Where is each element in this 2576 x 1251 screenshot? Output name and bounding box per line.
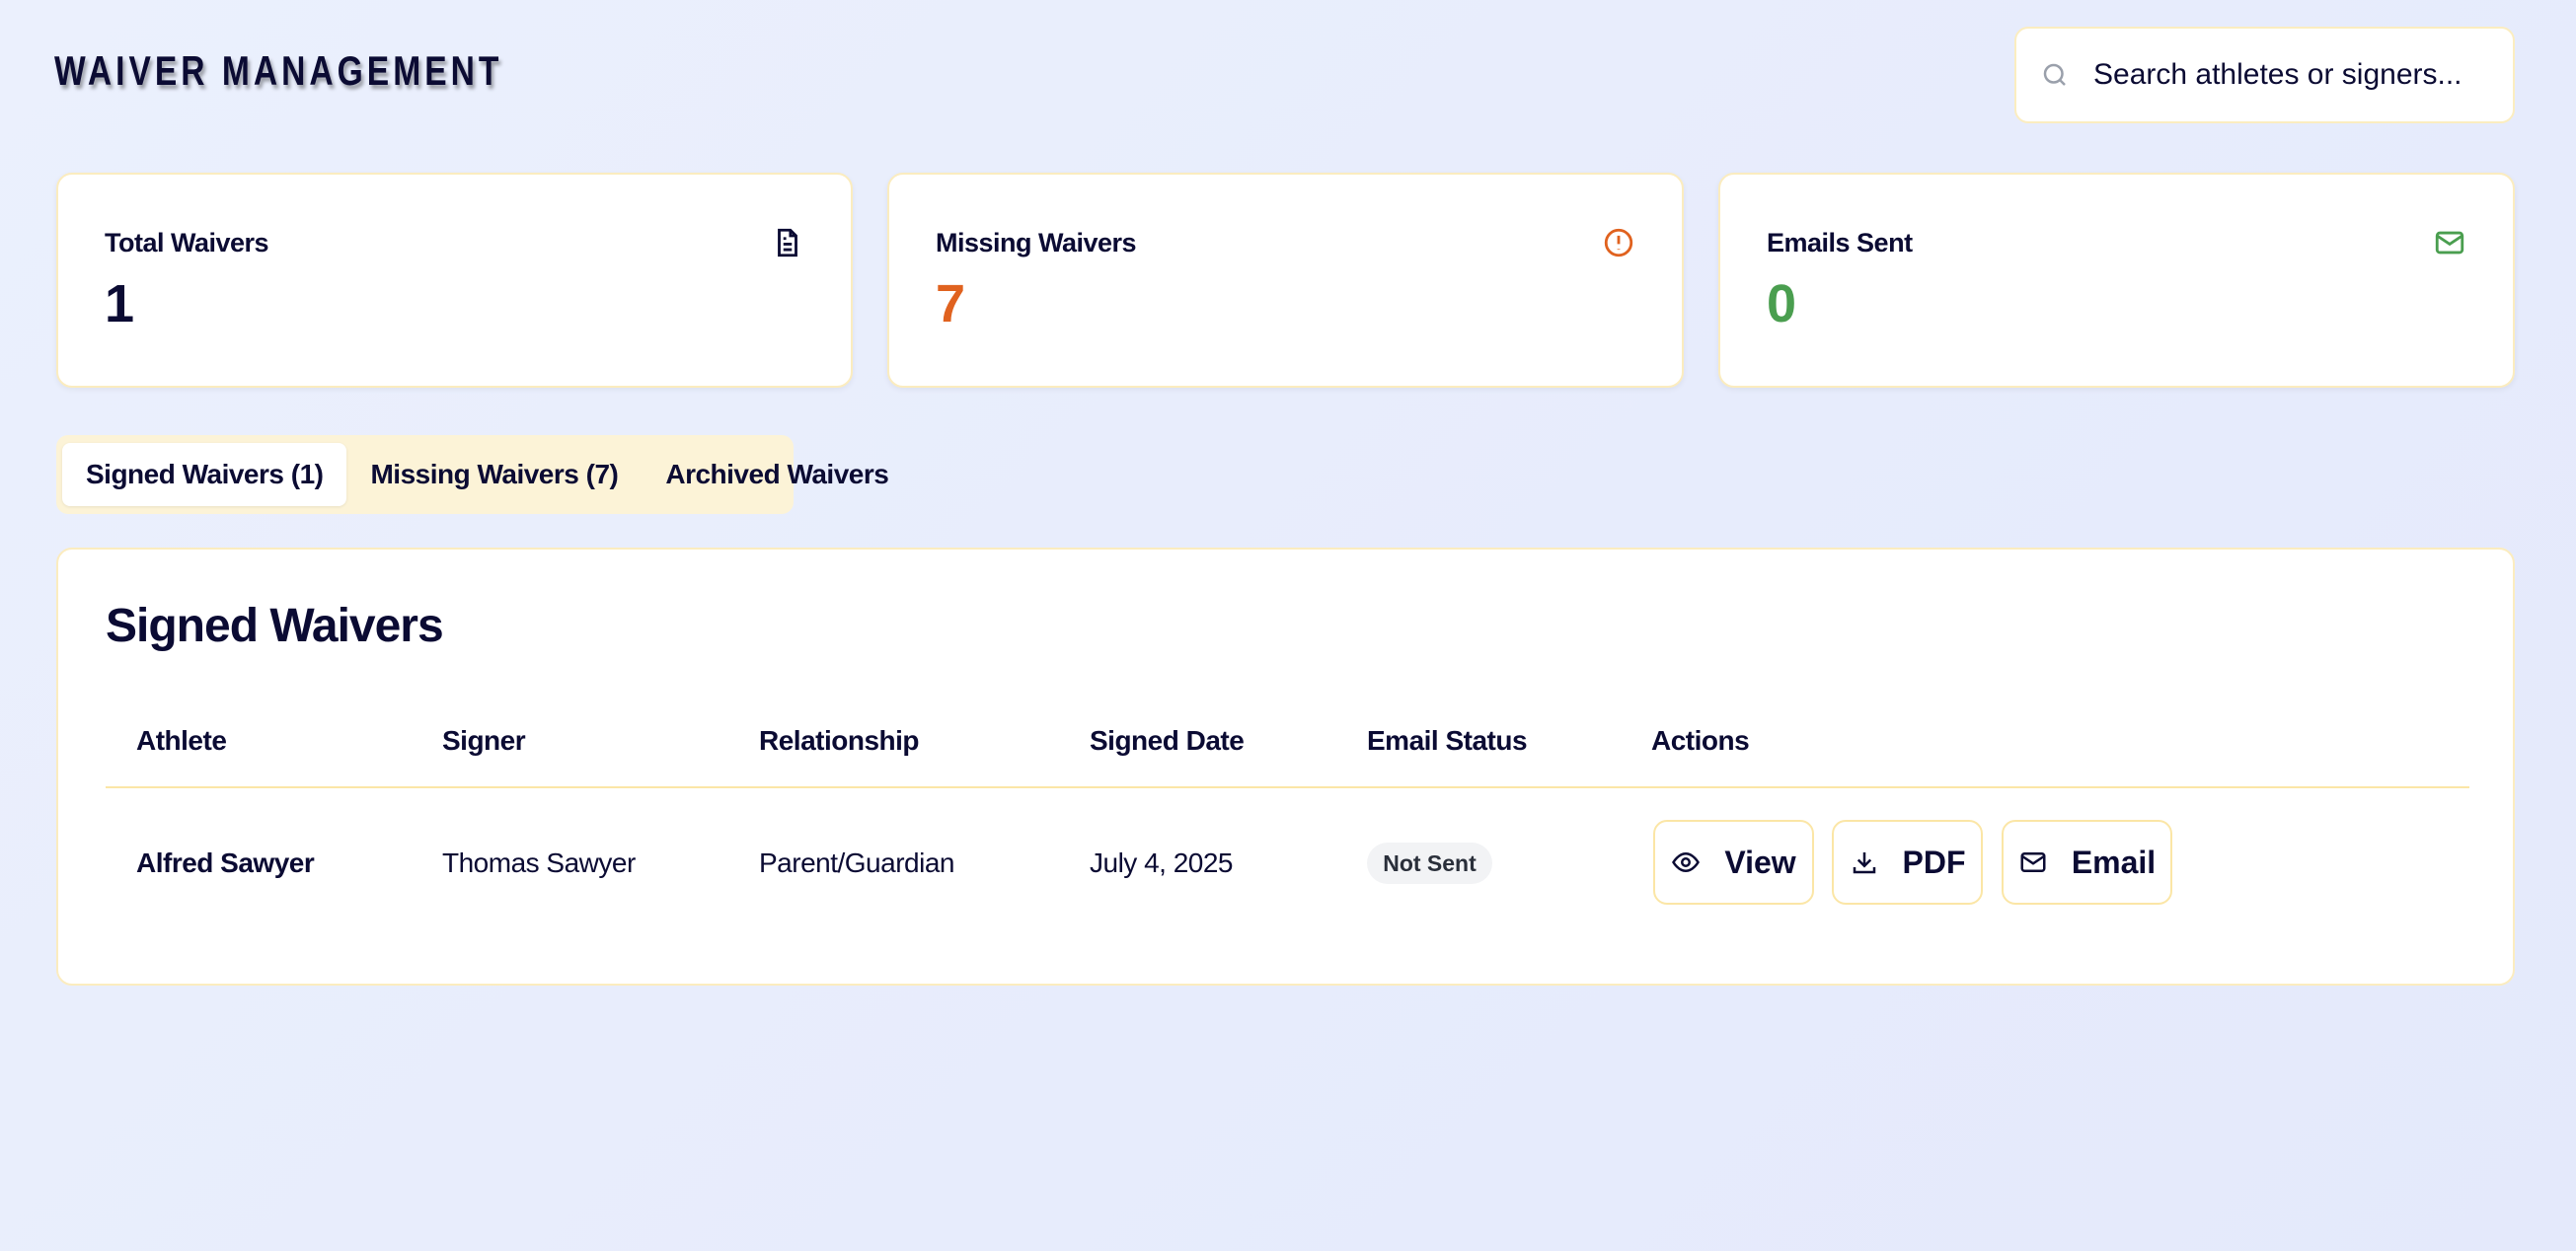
status-badge: Not Sent	[1367, 843, 1492, 884]
mail-icon	[2435, 231, 2464, 255]
tab-missing-waivers[interactable]: Missing Waivers (7)	[346, 443, 642, 506]
column-header-email-status: Email Status	[1367, 725, 1528, 756]
tab-signed-waivers[interactable]: Signed Waivers (1)	[62, 443, 347, 506]
column-header-signer: Signer	[442, 725, 526, 756]
signed-waivers-panel: Signed Waivers Athlete Signer Relationsh…	[56, 548, 2515, 986]
mail-icon	[2020, 852, 2046, 872]
stat-label: Missing Waivers	[936, 228, 1137, 258]
panel-title: Signed Waivers	[106, 600, 444, 652]
column-header-actions: Actions	[1651, 725, 1750, 756]
search-icon	[2043, 63, 2066, 86]
page-title: WAIVER MANAGEMENT	[54, 47, 503, 94]
signed-date-cell: July 4, 2025	[1090, 847, 1234, 878]
eye-icon	[1672, 851, 1701, 873]
stat-value: 7	[936, 274, 966, 333]
stat-value: 1	[105, 274, 135, 333]
column-header-signed-date: Signed Date	[1090, 725, 1245, 756]
alert-circle-icon	[1604, 228, 1633, 258]
document-icon	[778, 228, 797, 258]
tab-bar: Signed Waivers (1) Missing Waivers (7) A…	[56, 435, 889, 514]
stat-label: Emails Sent	[1767, 228, 1913, 258]
stat-card-total-waivers: Total Waivers 1	[56, 173, 853, 388]
column-header-athlete: Athlete	[136, 725, 227, 756]
stat-card-missing-waivers: Missing Waivers 7	[887, 173, 1684, 388]
column-header-relationship: Relationship	[759, 725, 920, 756]
search-input[interactable]	[2093, 58, 2488, 92]
athlete-cell: Alfred Sawyer	[136, 847, 315, 878]
search-box[interactable]	[2014, 27, 2515, 123]
signer-cell: Thomas Sawyer	[442, 847, 636, 878]
stat-label: Total Waivers	[105, 228, 269, 258]
view-label: View	[1724, 844, 1796, 880]
stat-value: 0	[1767, 274, 1797, 333]
download-icon	[1853, 852, 1875, 874]
stat-card-emails-sent: Emails Sent 0	[1718, 173, 2515, 388]
pdf-label: PDF	[1902, 844, 1966, 880]
pdf-button[interactable]: PDF	[1832, 820, 1983, 905]
relationship-cell: Parent/Guardian	[759, 847, 954, 878]
email-button[interactable]: Email	[2002, 820, 2172, 905]
header-divider	[106, 786, 2469, 788]
email-label: Email	[2071, 844, 2157, 880]
view-button[interactable]: View	[1653, 820, 1814, 905]
tab-archived-waivers[interactable]: Archived Waivers	[642, 443, 912, 506]
